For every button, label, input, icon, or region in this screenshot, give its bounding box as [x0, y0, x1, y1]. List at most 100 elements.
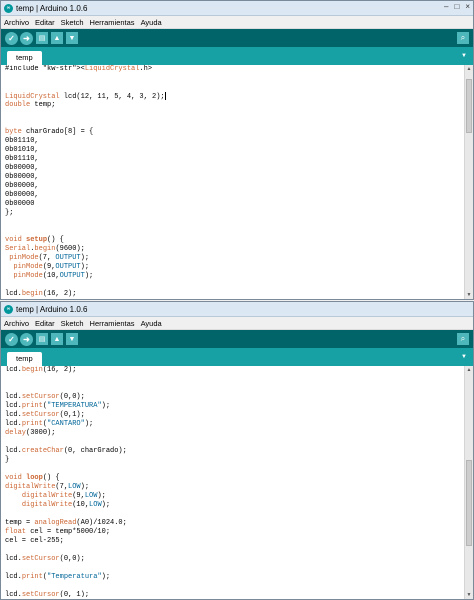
code-editor[interactable]: lcd.begin(16, 2);​​lcd.setCursor(0,0);lc…	[1, 366, 464, 597]
code-line[interactable]: lcd.begin(16, 2);	[1, 290, 464, 297]
new-button[interactable]: ▤	[36, 32, 48, 44]
code-line[interactable]: lcd.setCursor(0,0);	[1, 555, 464, 564]
code-line[interactable]: void setup() {	[1, 236, 464, 245]
code-line[interactable]: 0b01010,	[1, 146, 464, 155]
code-line[interactable]: LiquidCrystal lcd(12, 11, 5, 4, 3, 2);	[1, 92, 464, 101]
scroll-up-arrow-icon[interactable]: ▲	[465, 366, 473, 374]
code-line[interactable]: ​	[1, 110, 464, 119]
code-line[interactable]: ​	[1, 564, 464, 573]
code-line[interactable]: lcd.setCursor(0,0);	[1, 393, 464, 402]
code-line[interactable]: lcd.print("CANTARO");	[1, 420, 464, 429]
code-line[interactable]: lcd.print("Temperatura");	[1, 573, 464, 582]
code-line[interactable]: 0b00000,	[1, 182, 464, 191]
open-button[interactable]: ▲	[51, 32, 63, 44]
tab-menu-arrow-icon[interactable]: ▼	[460, 51, 468, 60]
serial-monitor-button[interactable]: ⌕	[457, 32, 469, 44]
code-line[interactable]: ​	[1, 546, 464, 555]
code-line[interactable]: 0b00000,	[1, 164, 464, 173]
code-line[interactable]: lcd.createChar(0, charGrado);	[1, 447, 464, 456]
code-line[interactable]: double temp;	[1, 101, 464, 110]
code-line[interactable]: ​	[1, 218, 464, 227]
verify-button[interactable]: ✓	[5, 31, 18, 45]
close-button[interactable]: ×	[465, 2, 470, 11]
menu-editar[interactable]: Editar	[35, 319, 55, 328]
code-line[interactable]: temp = analogRead(A0)/1024.0;	[1, 519, 464, 528]
code-line[interactable]: pinMode(9,OUTPUT);	[1, 263, 464, 272]
verify-button[interactable]: ✓	[5, 332, 18, 346]
tab-temp[interactable]: temp	[7, 51, 42, 65]
code-line[interactable]: delay(3000);	[1, 429, 464, 438]
open-icon: ▲	[53, 34, 61, 42]
editor-scrollbar[interactable]: ▲ ▼	[464, 366, 473, 599]
upload-button[interactable]: ➜	[20, 332, 33, 346]
menu-archivo[interactable]: Archivo	[4, 319, 29, 328]
tab-menu-arrow-icon[interactable]: ▼	[460, 352, 468, 361]
code-line[interactable]: float cel = temp*5000/10;	[1, 528, 464, 537]
scroll-down-arrow-icon[interactable]: ▼	[465, 291, 473, 299]
code-line[interactable]: lcd.begin(16, 2);	[1, 366, 464, 375]
code-line[interactable]: byte charGrado[8] = {	[1, 128, 464, 137]
code-line[interactable]: digitalWrite(10,LOW);	[1, 501, 464, 510]
code-line[interactable]: 0b01110,	[1, 155, 464, 164]
menu-ayuda[interactable]: Ayuda	[141, 18, 162, 27]
menu-sketch[interactable]: Sketch	[61, 18, 84, 27]
toolbar: ✓ ➜ ▤ ▲ ▼ ⌕	[1, 29, 473, 47]
scrollbar-thumb[interactable]	[466, 79, 472, 133]
menu-ayuda[interactable]: Ayuda	[141, 319, 162, 328]
code-line[interactable]: ​	[1, 375, 464, 384]
code-line[interactable]: pinMode(10,OUTPUT);	[1, 272, 464, 281]
code-line[interactable]: ​	[1, 119, 464, 128]
code-line[interactable]: ​	[1, 74, 464, 83]
save-icon: ▼	[68, 34, 76, 42]
code-line[interactable]: };	[1, 209, 464, 218]
code-line[interactable]: void loop() {	[1, 474, 464, 483]
menu-sketch[interactable]: Sketch	[61, 319, 84, 328]
code-line[interactable]: ​	[1, 384, 464, 393]
menu-herramientas[interactable]: Herramientas	[90, 319, 135, 328]
code-line[interactable]: 0b00000,	[1, 191, 464, 200]
arduino-icon: ∞	[4, 3, 13, 13]
save-button[interactable]: ▼	[66, 32, 78, 44]
code-line[interactable]: ​	[1, 510, 464, 519]
upload-button[interactable]: ➜	[20, 31, 33, 45]
open-button[interactable]: ▲	[51, 333, 63, 345]
open-icon: ▲	[53, 335, 61, 343]
code-line[interactable]: #include "kw-str"><LiquidCrystal.h>	[1, 65, 464, 74]
code-line[interactable]: }	[1, 456, 464, 465]
code-editor[interactable]: #include "kw-str"><LiquidCrystal.h>​​Liq…	[1, 65, 464, 297]
code-line[interactable]: 0b00000	[1, 200, 464, 209]
code-line[interactable]: cel = cel-255;	[1, 537, 464, 546]
code-line[interactable]: ​	[1, 582, 464, 591]
menu-archivo[interactable]: Archivo	[4, 18, 29, 27]
code-line[interactable]: ​	[1, 227, 464, 236]
editor-scrollbar[interactable]: ▲ ▼	[464, 65, 473, 299]
code-line[interactable]: ​	[1, 83, 464, 92]
code-line[interactable]: ​	[1, 281, 464, 290]
scroll-up-arrow-icon[interactable]: ▲	[465, 65, 473, 73]
check-icon: ✓	[8, 33, 15, 43]
scrollbar-thumb[interactable]	[466, 460, 472, 546]
serial-monitor-button[interactable]: ⌕	[457, 333, 469, 345]
save-button[interactable]: ▼	[66, 333, 78, 345]
code-line[interactable]: digitalWrite(7,LOW);	[1, 483, 464, 492]
new-button[interactable]: ▤	[36, 333, 48, 345]
code-line[interactable]: Serial.begin(9600);	[1, 245, 464, 254]
menu-editar[interactable]: Editar	[35, 18, 55, 27]
magnifier-icon: ⌕	[460, 334, 466, 343]
arduino-icon: ∞	[4, 304, 13, 314]
text-cursor	[164, 92, 166, 100]
code-line[interactable]: 0b01110,	[1, 137, 464, 146]
code-line[interactable]: lcd.setCursor(0,1);	[1, 411, 464, 420]
menu-herramientas[interactable]: Herramientas	[90, 18, 135, 27]
code-line[interactable]: ​	[1, 465, 464, 474]
code-line[interactable]: lcd.print("TEMPERATURA");	[1, 402, 464, 411]
tab-temp[interactable]: temp	[7, 352, 42, 366]
code-line[interactable]: 0b00000,	[1, 173, 464, 182]
minimize-button[interactable]: –	[444, 2, 448, 11]
code-line[interactable]: lcd.setCursor(0, 1);	[1, 591, 464, 597]
maximize-button[interactable]: □	[454, 2, 459, 11]
code-line[interactable]: ​	[1, 438, 464, 447]
code-line[interactable]: pinMode(7, OUTPUT);	[1, 254, 464, 263]
scroll-down-arrow-icon[interactable]: ▼	[465, 591, 473, 599]
code-line[interactable]: digitalWrite(9,LOW);	[1, 492, 464, 501]
